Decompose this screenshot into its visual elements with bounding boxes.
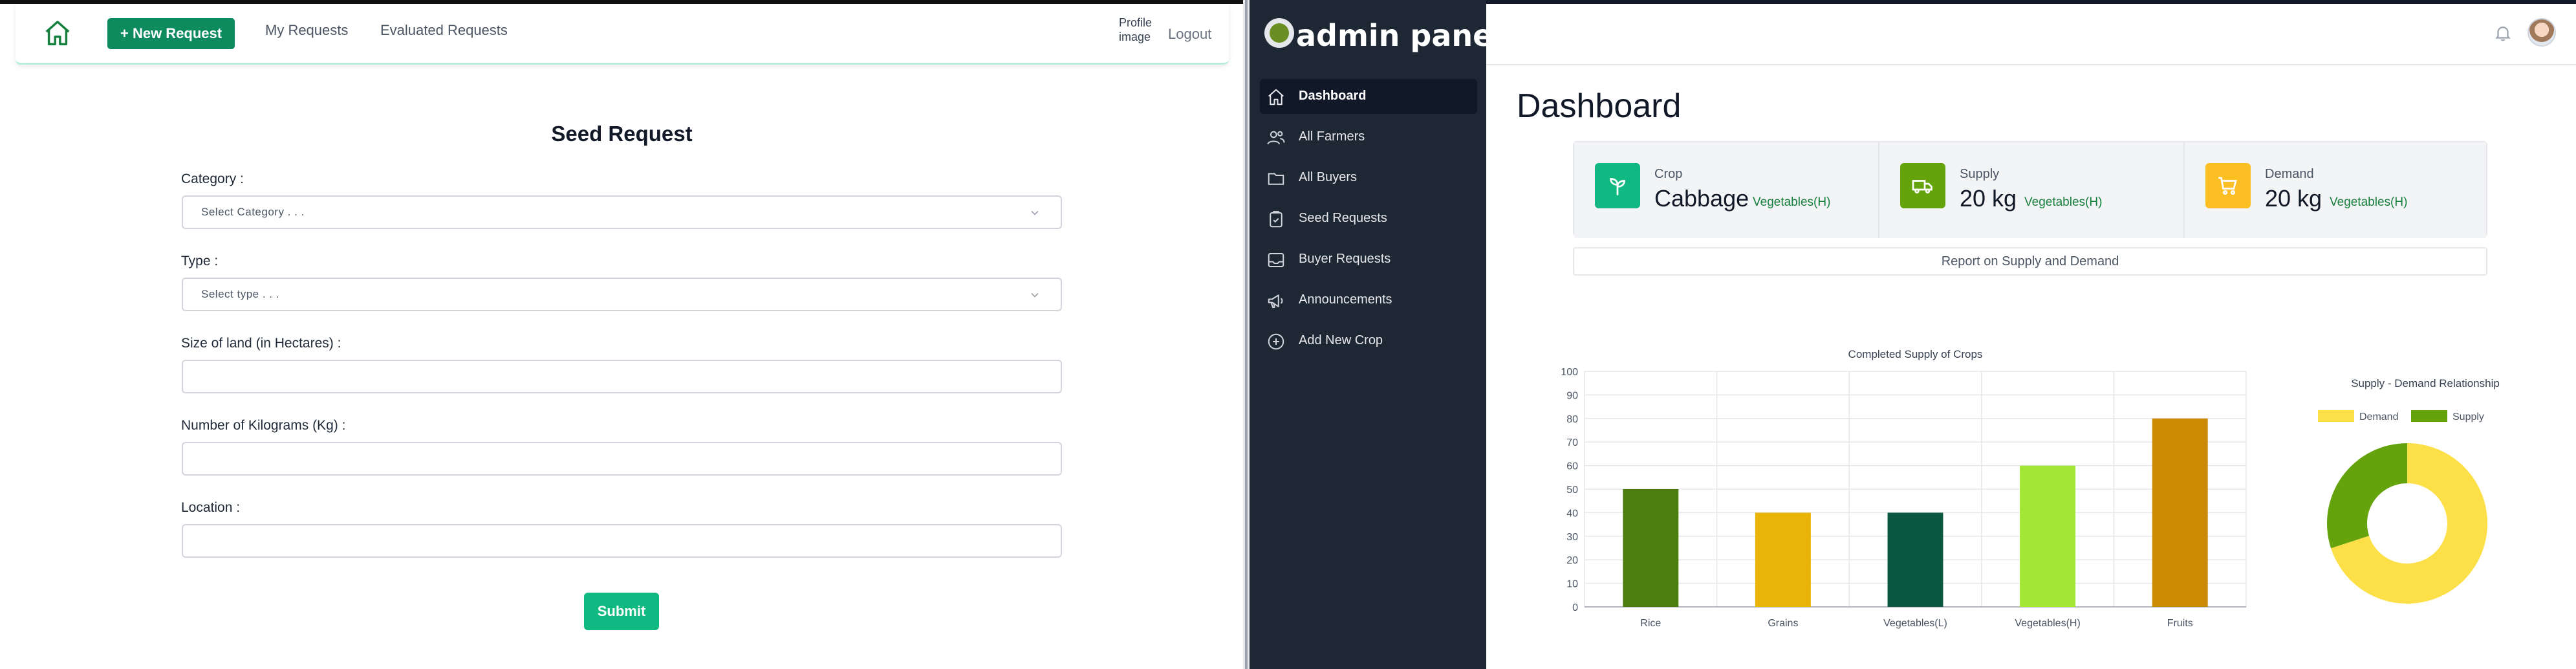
legend-label: Supply	[2452, 411, 2484, 422]
truck-icon	[1900, 163, 1945, 208]
seed-request-app: + New Request My Requests Evaluated Requ…	[0, 0, 1248, 669]
bar	[2020, 465, 2076, 607]
legend-swatch	[2318, 410, 2354, 422]
sidebar-item-announcements[interactable]: Announcements	[1260, 283, 1477, 318]
brand-title: admin panel	[1296, 18, 1504, 53]
card-label: Supply	[1960, 167, 2000, 181]
kilograms-label: Number of Kilograms (Kg) :	[181, 418, 346, 433]
type-label: Type :	[181, 254, 219, 269]
bar	[2152, 418, 2208, 607]
card-tag: Vegetables(H)	[2330, 195, 2408, 209]
sidebar-item-label: Buyer Requests	[1299, 252, 1391, 266]
stats-cards: Crop Cabbage Vegetables(H) Supply 20 kg …	[1573, 141, 2487, 238]
sidebar-item-label: All Buyers	[1299, 170, 1358, 184]
legend-label: Demand	[2359, 411, 2398, 422]
bar	[1623, 489, 1679, 607]
x-tick-label: Rice	[1640, 618, 1661, 629]
x-tick-label: Grains	[1768, 618, 1798, 629]
y-tick-label: 40	[1566, 508, 1578, 519]
sidebar-item-buyer-requests[interactable]: Buyer Requests	[1260, 242, 1477, 277]
nav-evaluated-requests[interactable]: Evaluated Requests	[380, 22, 508, 39]
card-value: 20 kg	[1960, 185, 2017, 212]
y-tick-label: 50	[1566, 485, 1578, 496]
y-tick-label: 70	[1566, 437, 1578, 448]
inbox-icon	[1266, 250, 1286, 270]
sidebar-item-seed-requests[interactable]: Seed Requests	[1260, 201, 1477, 236]
sidebar-item-dashboard[interactable]: Dashboard	[1260, 79, 1477, 114]
legend-swatch	[2411, 410, 2447, 422]
supply-bar-chart: Completed Supply of Crops 0 10 20 30 40 50 60 70…	[1561, 348, 2247, 629]
location-label: Location :	[181, 500, 241, 515]
card-label: Crop	[1654, 167, 1683, 181]
chevron-down-icon	[1031, 292, 1039, 298]
category-select[interactable]: Select Category . . .	[182, 195, 1062, 229]
bar	[1755, 512, 1811, 607]
brand-logo	[1264, 18, 1294, 48]
admin-header	[1486, 4, 2576, 65]
sidebar-item-all-farmers[interactable]: All Farmers	[1260, 120, 1477, 155]
category-label: Category :	[181, 171, 244, 186]
clipboard-icon	[1266, 210, 1286, 229]
supply-card: Supply 20 kg Vegetables(H)	[1879, 142, 2183, 238]
y-tick-label: 90	[1566, 390, 1578, 401]
plus-circle-icon	[1266, 332, 1286, 351]
top-navbar: + New Request My Requests Evaluated Requ…	[16, 4, 1229, 65]
users-icon	[1266, 128, 1286, 148]
crop-card: Crop Cabbage Vegetables(H)	[1574, 142, 1878, 238]
y-tick-label: 80	[1566, 414, 1578, 425]
sidebar-item-add-new-crop[interactable]: Add New Crop	[1260, 324, 1477, 358]
y-tick-label: 0	[1572, 602, 1578, 613]
chart-title: Completed Supply of Crops	[1848, 348, 1983, 360]
sprout-icon	[1595, 163, 1640, 208]
category-placeholder: Select Category . . .	[201, 206, 305, 218]
profile-image[interactable]: Profile image	[1119, 16, 1152, 65]
sidebar-item-label: Seed Requests	[1299, 211, 1387, 225]
submit-button[interactable]: Submit	[584, 593, 659, 630]
y-tick-label: 20	[1566, 555, 1578, 566]
window-divider-line	[1245, 0, 1248, 669]
card-tag: Vegetables(H)	[1753, 195, 1831, 209]
card-value: Cabbage	[1654, 185, 1749, 212]
type-placeholder: Select type . . .	[201, 288, 279, 300]
cart-icon	[2205, 163, 2251, 208]
sidebar-item-label: Add New Crop	[1299, 333, 1383, 347]
demand-card: Demand 20 kg Vegetables(H)	[2185, 142, 2486, 238]
sidebar-item-label: All Farmers	[1299, 129, 1365, 144]
land-size-label: Size of land (in Hectares) :	[181, 336, 341, 351]
supply-demand-pie-chart: Supply - Demand Relationship Demand Supply	[2318, 377, 2500, 604]
y-tick-label: 10	[1566, 579, 1578, 590]
sidebar-item-label: Announcements	[1299, 292, 1392, 307]
y-tick-label: 30	[1566, 532, 1578, 543]
chart-title: Supply - Demand Relationship	[2351, 377, 2500, 389]
x-tick-label: Vegetables(H)	[2015, 618, 2080, 629]
card-label: Demand	[2265, 167, 2314, 181]
form-title: Seed Request	[551, 122, 693, 146]
folder-icon	[1266, 169, 1286, 188]
megaphone-icon	[1266, 291, 1286, 311]
x-tick-label: Fruits	[2167, 618, 2193, 629]
bar	[1887, 512, 1943, 607]
bell-icon[interactable]	[2493, 23, 2513, 43]
kilograms-input[interactable]	[182, 442, 1062, 476]
y-tick-label: 100	[1561, 367, 1578, 378]
land-size-input[interactable]	[182, 360, 1062, 393]
type-select[interactable]: Select type . . .	[182, 278, 1062, 311]
pie-slice	[2327, 443, 2407, 549]
y-tick-label: 60	[1566, 461, 1578, 472]
card-tag: Vegetables(H)	[2024, 195, 2103, 209]
report-button[interactable]: Report on Supply and Demand	[1573, 247, 2487, 276]
page-title: Dashboard	[1517, 87, 1682, 125]
location-input[interactable]	[182, 524, 1062, 558]
sidebar-item-all-buyers[interactable]: All Buyers	[1260, 160, 1477, 195]
home-icon[interactable]	[43, 18, 72, 51]
card-value: 20 kg	[2265, 185, 2322, 212]
home-icon	[1266, 87, 1286, 107]
avatar[interactable]	[2527, 18, 2556, 47]
sidebar-item-label: Dashboard	[1299, 89, 1367, 103]
logout-link[interactable]: Logout	[1168, 26, 1211, 43]
nav-my-requests[interactable]: My Requests	[265, 22, 348, 39]
new-request-button[interactable]: + New Request	[107, 18, 235, 49]
x-tick-label: Vegetables(L)	[1883, 618, 1947, 629]
chevron-down-icon	[1031, 210, 1039, 215]
